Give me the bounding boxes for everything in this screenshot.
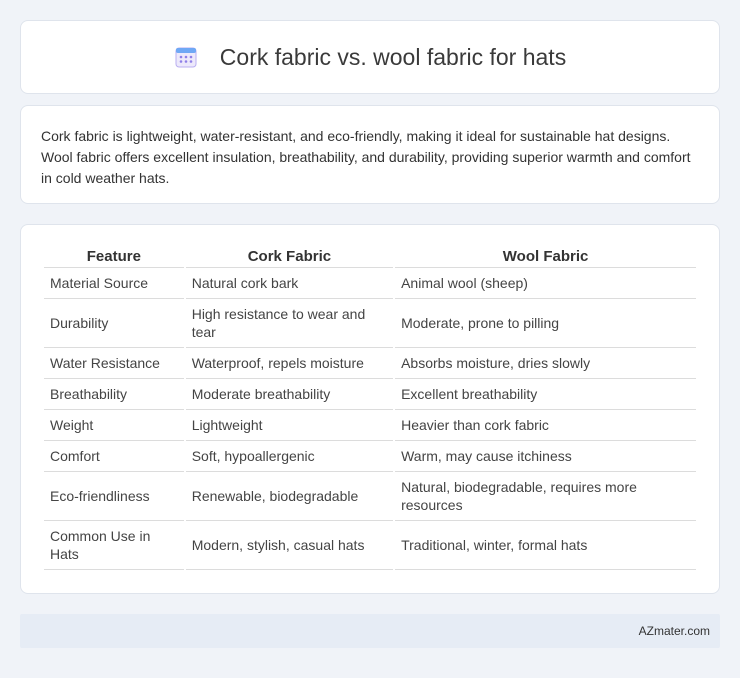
title-card: Cork fabric vs. wool fabric for hats (20, 20, 720, 94)
summary-text: Cork fabric is lightweight, water-resist… (41, 128, 691, 186)
table-row: Eco-friendliness Renewable, biodegradabl… (44, 472, 696, 521)
row-feature: Durability (44, 299, 184, 348)
row-wool: Natural, biodegradable, requires more re… (395, 472, 696, 521)
row-cork: Modern, stylish, casual hats (185, 521, 394, 570)
column-header-feature: Feature (44, 245, 184, 268)
row-wool: Absorbs moisture, dries slowly (395, 348, 696, 379)
row-feature: Breathability (44, 379, 184, 410)
row-wool: Animal wool (sheep) (395, 268, 696, 299)
row-cork: Natural cork bark (185, 268, 394, 299)
summary-card: Cork fabric is lightweight, water-resist… (20, 105, 720, 204)
column-header-cork: Cork Fabric (185, 245, 394, 268)
row-wool: Excellent breathability (395, 379, 696, 410)
table-row: Material Source Natural cork bark Animal… (44, 268, 696, 299)
row-cork: Lightweight (185, 410, 394, 441)
row-wool: Warm, may cause itchiness (395, 441, 696, 472)
row-feature: Weight (44, 410, 184, 441)
table-row: Durability High resistance to wear and t… (44, 299, 696, 348)
footer-bar: AZmater.com (20, 614, 720, 648)
column-header-wool: Wool Fabric (395, 245, 696, 268)
calendar-icon (174, 45, 198, 69)
row-feature: Comfort (44, 441, 184, 472)
comparison-table: Feature Cork Fabric Wool Fabric Material… (42, 245, 698, 570)
footer-brand: AZmater.com (638, 624, 710, 638)
row-wool: Heavier than cork fabric (395, 410, 696, 441)
table-row: Comfort Soft, hypoallergenic Warm, may c… (44, 441, 696, 472)
comparison-table-card: Feature Cork Fabric Wool Fabric Material… (20, 224, 720, 594)
table-row: Weight Lightweight Heavier than cork fab… (44, 410, 696, 441)
row-cork: Moderate breathability (185, 379, 394, 410)
row-feature: Eco-friendliness (44, 472, 184, 521)
table-row: Common Use in Hats Modern, stylish, casu… (44, 521, 696, 570)
row-feature: Material Source (44, 268, 184, 299)
table-row: Breathability Moderate breathability Exc… (44, 379, 696, 410)
row-feature: Common Use in Hats (44, 521, 184, 570)
row-cork: Renewable, biodegradable (185, 472, 394, 521)
table-row: Water Resistance Waterproof, repels mois… (44, 348, 696, 379)
row-cork: Soft, hypoallergenic (185, 441, 394, 472)
row-cork: Waterproof, repels moisture (185, 348, 394, 379)
row-wool: Traditional, winter, formal hats (395, 521, 696, 570)
row-feature: Water Resistance (44, 348, 184, 379)
row-cork: High resistance to wear and tear (185, 299, 394, 348)
row-wool: Moderate, prone to pilling (395, 299, 696, 348)
page-title: Cork fabric vs. wool fabric for hats (219, 43, 567, 70)
table-header-row: Feature Cork Fabric Wool Fabric (44, 245, 696, 268)
